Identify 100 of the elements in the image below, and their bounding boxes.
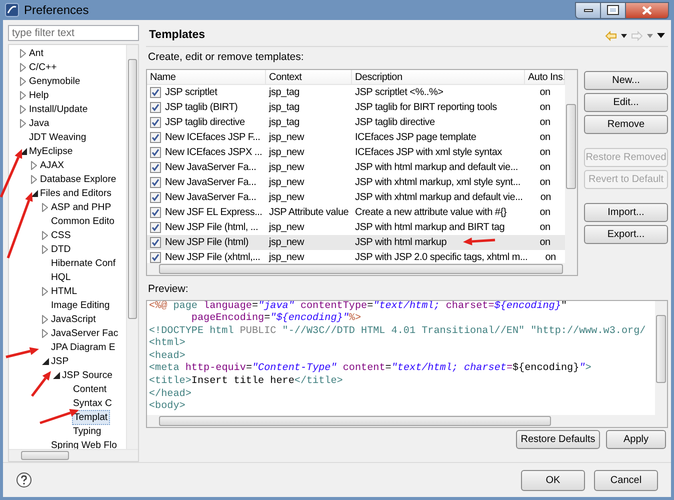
- button[interactable]: Remove: [584, 114, 668, 134]
- tree-item[interactable]: JPA Diagram E: [50, 340, 116, 354]
- button[interactable]: Import...: [584, 202, 668, 222]
- table-cell-text: JSP taglib directive: [165, 116, 245, 130]
- tree-item[interactable]: Java: [28, 116, 50, 130]
- collapsed-arrow-icon[interactable]: [31, 160, 37, 170]
- table-row[interactable]: JSP taglib directive jsp_tag JSP taglib directive on: [147, 114, 565, 130]
- checkbox[interactable]: [150, 236, 161, 248]
- tree-item[interactable]: MyEclipse: [28, 144, 74, 158]
- column-header[interactable]: Description: [352, 70, 525, 84]
- table-row[interactable]: New ICEfaces JSP F... jsp_new ICEfaces JSP page template on: [147, 130, 565, 145]
- collapsed-arrow-icon[interactable]: [42, 328, 48, 338]
- table-row[interactable]: New JavaServer Fa... jsp_new JSP with xhtml markup, xml style synt... on: [147, 174, 565, 190]
- column-header[interactable]: Context: [266, 70, 352, 84]
- tree-item[interactable]: CSS: [50, 228, 72, 242]
- table-row[interactable]: JSP taglib (BIRT) jsp_tag JSP taglib for BIRT reporting tools on: [147, 100, 565, 115]
- dropdown-caret-icon[interactable]: [621, 34, 627, 38]
- checkbox[interactable]: [150, 146, 161, 158]
- tree-item[interactable]: Templat: [72, 410, 110, 424]
- checkbox[interactable]: [150, 206, 161, 218]
- table-row[interactable]: New JSP File (html, ... jsp_new JSP with html markup and BIRT tag on: [147, 220, 565, 235]
- tree-item[interactable]: Ant: [28, 46, 44, 60]
- tree-item[interactable]: Database Explore: [39, 172, 118, 186]
- back-arrow-icon[interactable]: [605, 30, 617, 40]
- tree-item[interactable]: C/C++: [28, 60, 58, 74]
- vertical-scrollbar[interactable]: [655, 300, 667, 414]
- tree-item[interactable]: JSP Source: [61, 368, 114, 382]
- collapsed-arrow-icon[interactable]: [20, 104, 26, 114]
- tree-item[interactable]: Syntax C: [72, 396, 113, 410]
- collapsed-arrow-icon[interactable]: [20, 62, 26, 72]
- checkbox[interactable]: [150, 192, 161, 203]
- checkbox[interactable]: [150, 176, 161, 188]
- horizontal-scrollbar[interactable]: [147, 414, 667, 426]
- tree-item[interactable]: Hibernate Conf: [50, 256, 117, 270]
- tree-item[interactable]: Content: [72, 382, 108, 396]
- collapsed-arrow-icon[interactable]: [20, 76, 26, 86]
- tree-item[interactable]: Typing: [72, 424, 102, 438]
- tree-item[interactable]: Common Edito: [50, 214, 116, 228]
- table-cell-text: jsp_new: [268, 160, 306, 175]
- tree-item[interactable]: HQL: [50, 270, 72, 284]
- tree-item[interactable]: HTML: [50, 284, 78, 298]
- filter-field[interactable]: type filter text: [8, 25, 139, 41]
- tree-item[interactable]: AJAX: [39, 158, 65, 172]
- tree-item[interactable]: DTD: [50, 242, 72, 256]
- table-cell-text: on: [538, 86, 552, 100]
- checkbox[interactable]: [150, 116, 161, 128]
- tree-item[interactable]: Files and Editors: [39, 186, 112, 200]
- expanded-arrow-icon[interactable]: [30, 190, 38, 196]
- tree-item[interactable]: Install/Update: [28, 102, 89, 116]
- checkbox[interactable]: [150, 132, 161, 143]
- tree-item[interactable]: Help: [28, 88, 50, 102]
- button[interactable]: OK: [521, 470, 585, 490]
- table-row[interactable]: New JSP File (html) jsp_new JSP with html markup on: [147, 234, 565, 250]
- table-row[interactable]: New JSP File (xhtml,... jsp_new JSP with JSP 2.0 specific tags, xhtml m... on: [147, 250, 565, 265]
- checkbox[interactable]: [150, 102, 161, 113]
- preview-label: Preview:: [147, 282, 190, 297]
- tree-item[interactable]: ASP and PHP: [50, 200, 112, 214]
- checkbox[interactable]: [150, 252, 161, 263]
- collapsed-arrow-icon[interactable]: [42, 314, 48, 324]
- collapsed-arrow-icon[interactable]: [20, 90, 26, 100]
- tree-item[interactable]: JDT Weaving: [28, 130, 88, 144]
- button[interactable]: Restore Defaults: [516, 430, 600, 448]
- tree-item[interactable]: Genymobile: [28, 74, 82, 88]
- collapsed-arrow-icon[interactable]: [20, 118, 26, 128]
- table-cell-text: jsp_tag: [268, 116, 300, 130]
- maximize-button[interactable]: [601, 2, 626, 18]
- button[interactable]: Export...: [584, 224, 668, 244]
- expanded-arrow-icon[interactable]: [42, 358, 48, 364]
- checkbox[interactable]: [150, 162, 161, 173]
- column-header[interactable]: Name: [147, 70, 266, 84]
- table-row[interactable]: New JavaServer Fa... jsp_new JSP with html markup and default vie... on: [147, 160, 565, 175]
- table-row[interactable]: JSP scriptlet jsp_tag JSP scriptlet <%..%> on: [147, 84, 565, 100]
- button[interactable]: Apply: [606, 430, 666, 448]
- vertical-scrollbar[interactable]: [126, 45, 138, 449]
- button[interactable]: New...: [584, 70, 668, 90]
- button[interactable]: Edit...: [584, 92, 668, 112]
- menu-caret-icon[interactable]: [657, 33, 665, 38]
- table-row[interactable]: New ICEfaces JSPX ... jsp_new ICEfaces JSP with xml style syntax on: [147, 144, 565, 160]
- collapsed-arrow-icon[interactable]: [42, 230, 48, 240]
- checkbox[interactable]: [150, 222, 161, 233]
- tree-item[interactable]: Image Editing: [50, 298, 111, 312]
- table-row[interactable]: New JSF EL Express... JSP Attribute value Create a new attribute value with #{} on: [147, 204, 565, 220]
- tree-item[interactable]: JavaScript: [50, 312, 97, 326]
- collapsed-arrow-icon[interactable]: [31, 174, 37, 184]
- button[interactable]: Cancel: [594, 470, 658, 490]
- minimize-button[interactable]: [575, 2, 601, 18]
- vertical-scrollbar[interactable]: [565, 70, 577, 263]
- collapsed-arrow-icon[interactable]: [20, 48, 26, 58]
- collapsed-arrow-icon[interactable]: [42, 202, 48, 212]
- horizontal-scrollbar[interactable]: [147, 262, 577, 275]
- horizontal-scrollbar[interactable]: [9, 449, 138, 461]
- collapsed-arrow-icon[interactable]: [42, 244, 48, 254]
- collapsed-arrow-icon[interactable]: [42, 286, 48, 296]
- expanded-arrow-icon[interactable]: [52, 372, 60, 378]
- tree-item[interactable]: JavaServer Fac: [50, 326, 120, 340]
- table-row[interactable]: New JavaServer Fa... jsp_new JSP with xhtml markup and default vie... on: [147, 190, 565, 205]
- close-button[interactable]: [626, 2, 669, 18]
- tree-item[interactable]: JSP: [50, 354, 70, 368]
- checkbox[interactable]: [150, 86, 161, 98]
- help-icon[interactable]: [16, 472, 32, 488]
